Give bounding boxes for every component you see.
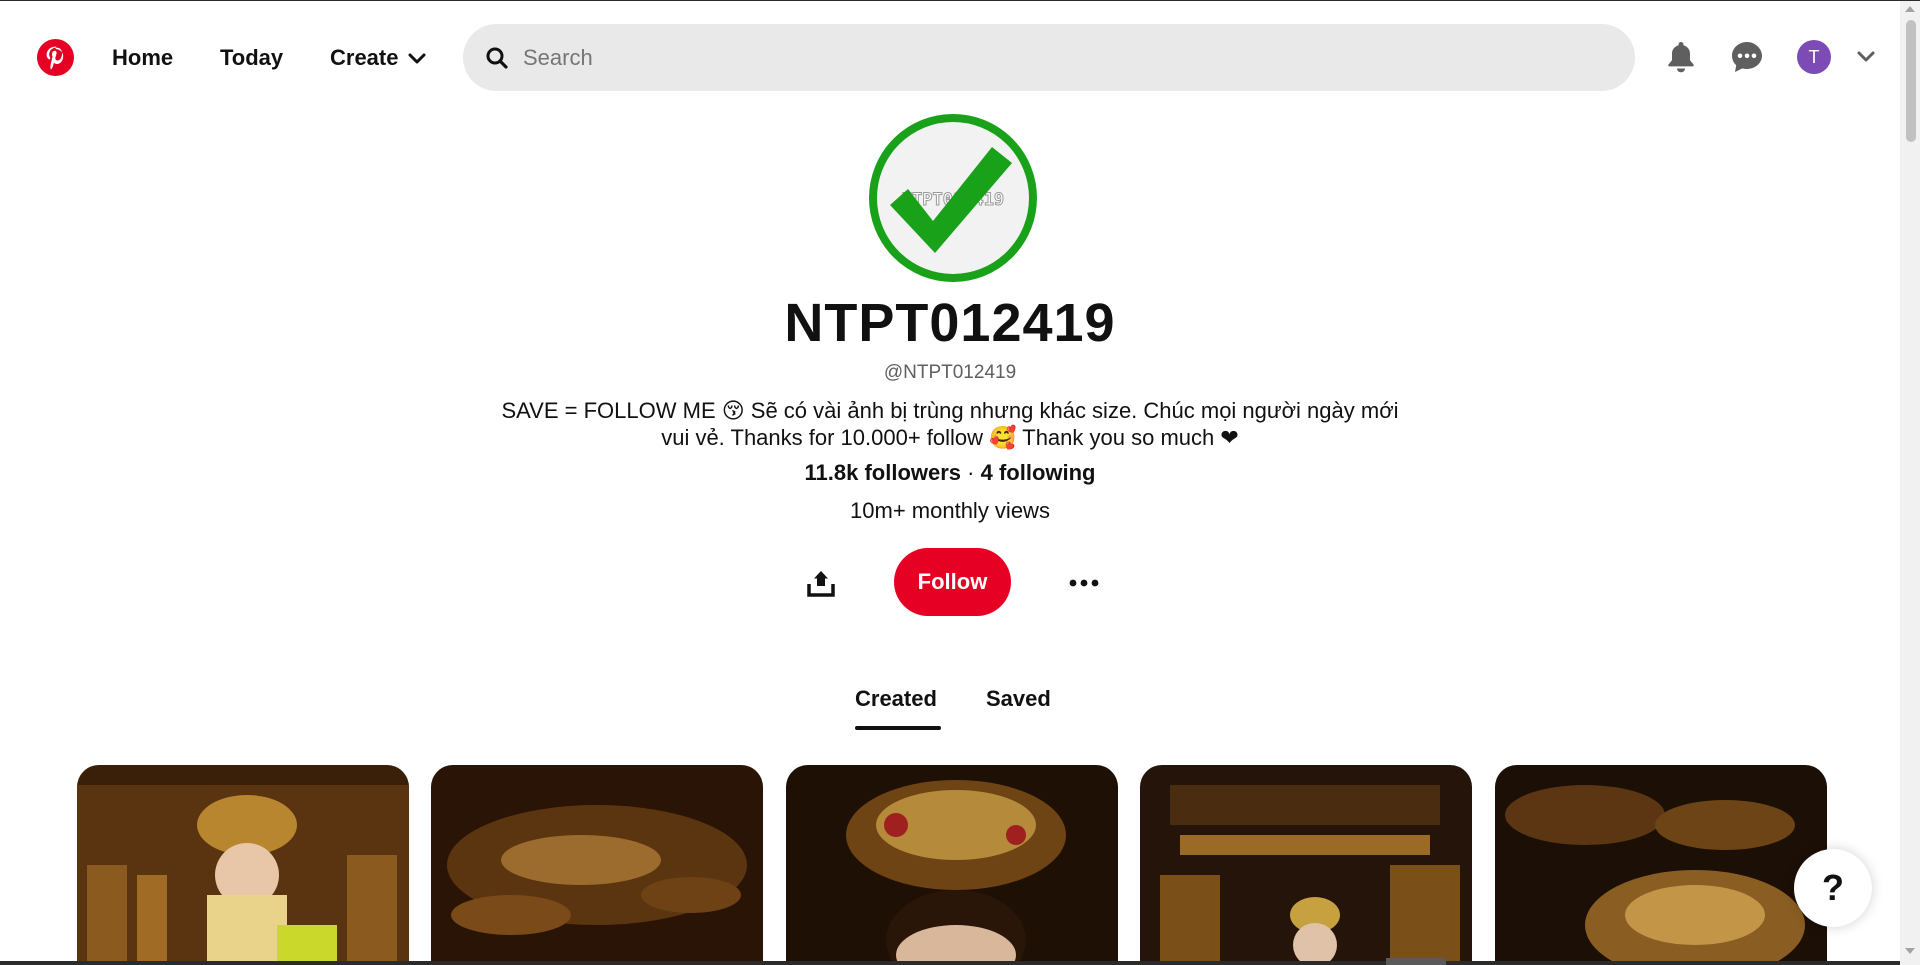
account-chevron-down-icon[interactable] bbox=[1855, 46, 1877, 68]
top-navigation: Home Today Create T bbox=[0, 1, 1900, 111]
profile-handle: @NTPT012419 bbox=[883, 362, 1017, 383]
monthly-views: 10m+ monthly views bbox=[850, 498, 1050, 523]
search-bar[interactable] bbox=[463, 24, 1635, 91]
nav-today-link[interactable]: Today bbox=[220, 41, 283, 75]
nav-create-dropdown[interactable]: Create bbox=[330, 41, 426, 75]
scroll-up-arrow[interactable] bbox=[1905, 6, 1915, 12]
help-button[interactable]: ? bbox=[1794, 849, 1872, 927]
stats-separator: · bbox=[967, 460, 975, 485]
search-input[interactable] bbox=[521, 43, 1605, 72]
share-icon[interactable] bbox=[800, 562, 842, 604]
page-scrollbar[interactable] bbox=[1900, 1, 1920, 965]
bottom-scroll-indicator bbox=[1386, 958, 1446, 965]
following-link[interactable]: 4 following bbox=[981, 460, 1096, 485]
tab-saved[interactable]: Saved bbox=[986, 686, 1051, 712]
avatar[interactable]: T bbox=[1797, 40, 1831, 74]
scroll-down-arrow[interactable] bbox=[1905, 948, 1915, 954]
pin-image[interactable] bbox=[1495, 765, 1827, 965]
pin-image[interactable] bbox=[431, 765, 763, 965]
more-icon[interactable] bbox=[1064, 566, 1104, 600]
search-icon bbox=[485, 46, 509, 70]
profile-bio: SAVE = FOLLOW ME 😚 Sẽ có vài ảnh bị trùn… bbox=[501, 398, 1399, 450]
followers-link[interactable]: 11.8k followers bbox=[805, 460, 962, 485]
tab-created[interactable]: Created bbox=[855, 686, 937, 712]
bell-icon[interactable] bbox=[1663, 39, 1699, 75]
chevron-down-icon bbox=[408, 41, 426, 75]
pin-image[interactable] bbox=[77, 765, 409, 965]
nav-create-label: Create bbox=[330, 45, 399, 70]
follow-stats: 11.8k followers · 4 following bbox=[0, 460, 1900, 486]
scrollbar-thumb[interactable] bbox=[1906, 20, 1916, 142]
pinterest-logo-icon[interactable] bbox=[37, 39, 74, 76]
follow-button[interactable]: Follow bbox=[894, 548, 1011, 616]
tab-selected-underline bbox=[855, 726, 941, 730]
pin-image[interactable] bbox=[1140, 765, 1472, 965]
bottom-border bbox=[0, 961, 1900, 965]
profile-picture: NTPT012419 bbox=[868, 113, 1038, 283]
profile-name: NTPT012419 bbox=[784, 293, 1116, 353]
pin-image[interactable] bbox=[786, 765, 1118, 965]
chat-bubble-icon[interactable] bbox=[1729, 39, 1765, 75]
nav-home-link[interactable]: Home bbox=[112, 41, 173, 75]
